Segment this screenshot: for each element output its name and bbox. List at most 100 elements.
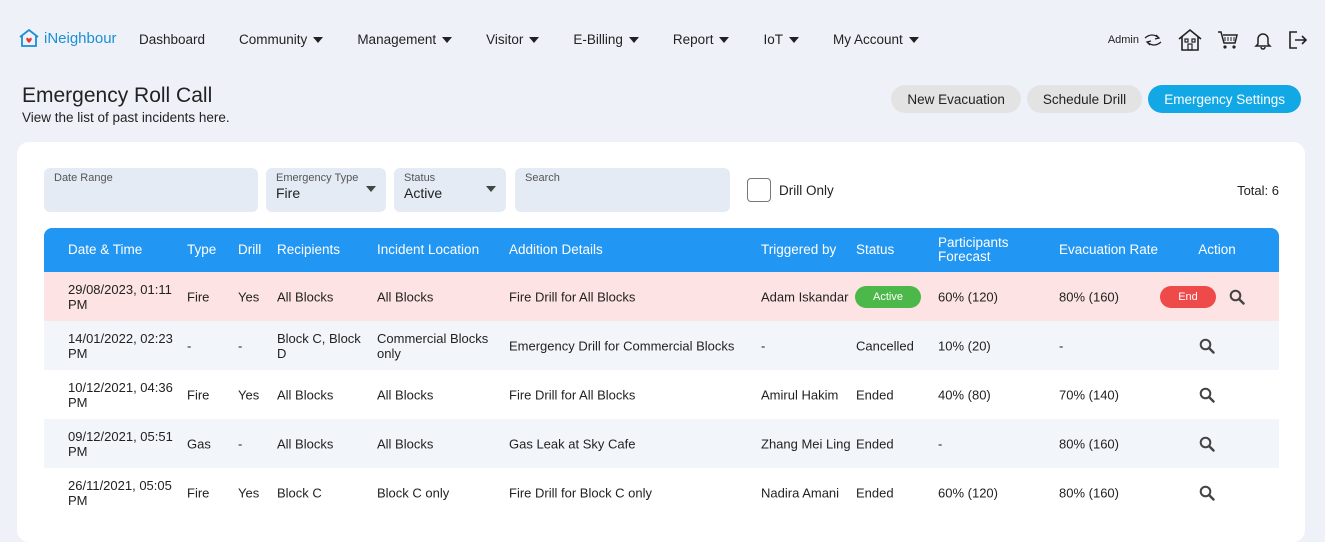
cell-details: Fire Drill for All Blocks [509, 289, 636, 304]
new-evacuation-button[interactable]: New Evacuation [891, 85, 1021, 113]
status-select[interactable]: Status Active [394, 168, 506, 212]
cell-datetime: 09/12/2021, 05:51 PM [68, 428, 173, 459]
admin-switch[interactable]: Admin [1108, 32, 1163, 48]
column-header: Incident Location [377, 242, 480, 257]
nav-right: Admin [1108, 28, 1309, 52]
cell-details: Fire Drill for All Blocks [509, 387, 636, 402]
cell-type: - [187, 338, 192, 353]
cell-drill: - [238, 338, 243, 353]
status-badge: Active [855, 285, 921, 308]
cell-forecast: 60% (120) [938, 485, 998, 500]
column-header: Action [1198, 242, 1236, 257]
view-details-search-icon[interactable] [1199, 338, 1215, 354]
chevron-down-icon [313, 36, 324, 43]
logo-text: iNeighbour [44, 29, 117, 47]
cell-forecast: 10% (20) [938, 338, 991, 353]
chevron-down-icon [719, 36, 730, 43]
page-title: Emergency Roll Call [22, 84, 213, 107]
cell-rate: 70% (140) [1059, 387, 1119, 402]
nav-item-dashboard[interactable]: Dashboard [139, 32, 205, 47]
column-header: Evacuation Rate [1059, 242, 1159, 257]
table-row[interactable]: 10/12/2021, 04:36 PM Fire Yes All Blocks All… [44, 370, 1279, 419]
cell-forecast: 60% (120) [938, 289, 998, 304]
table-row[interactable]: 29/08/2023, 01:11 PM Fire Yes All Blocks All… [44, 272, 1279, 321]
column-header: Participants Forecast [938, 235, 1009, 264]
cell-recipients: All Blocks [277, 289, 334, 304]
column-header: Addition Details [509, 242, 603, 257]
cell-datetime: 10/12/2021, 04:36 PM [68, 379, 173, 410]
cart-icon[interactable] [1217, 30, 1239, 50]
chevron-down-icon [908, 36, 919, 43]
admin-label: Admin [1107, 34, 1139, 46]
total-count: Total: 6 [1237, 183, 1279, 198]
emergency-settings-button[interactable]: Emergency Settings [1148, 85, 1301, 113]
search-input[interactable]: Search [515, 168, 730, 212]
cell-details: Gas Leak at Sky Cafe [509, 436, 636, 451]
emergency-type-select[interactable]: Emergency Type Fire [266, 168, 386, 212]
column-header: Recipients [277, 242, 341, 257]
cell-location: All Blocks [377, 436, 434, 451]
table-row[interactable]: 14/01/2022, 02:23 PM - - Block C, Block D Co… [44, 321, 1279, 370]
cell-triggered-by: Amirul Hakim [761, 387, 839, 402]
nav-item-label: My Account [832, 32, 903, 47]
nav-item-e-billing[interactable]: E-Billing [573, 32, 639, 47]
nav-item-label: Dashboard [139, 32, 206, 47]
switch-icon [1144, 34, 1162, 46]
cell-location: All Blocks [377, 387, 434, 402]
cell-recipients: All Blocks [277, 387, 334, 402]
view-details-search-icon[interactable] [1229, 289, 1245, 305]
date-range-filter[interactable]: Date Range [44, 168, 258, 212]
schedule-drill-button[interactable]: Schedule Drill [1026, 85, 1143, 113]
view-details-search-icon[interactable] [1199, 485, 1215, 501]
column-header: Drill [238, 242, 262, 257]
incidents-table: Date & Time Type Drill Recipients Incident L… [44, 228, 1279, 517]
house-heart-icon [19, 28, 39, 47]
cell-type: Fire [187, 485, 210, 500]
drill-only-toggle[interactable]: Drill Only [747, 178, 834, 202]
drill-only-checkbox[interactable] [747, 178, 771, 202]
view-details-search-icon[interactable] [1199, 387, 1215, 403]
nav-item-label: Report [672, 32, 714, 47]
chevron-down-icon [486, 186, 496, 192]
bell-icon[interactable] [1253, 30, 1273, 50]
view-details-search-icon[interactable] [1199, 436, 1215, 452]
nav-item-label: IoT [763, 32, 783, 47]
table-row[interactable]: 26/11/2021, 05:05 PM Fire Yes Block C Block … [44, 468, 1279, 517]
search-label: Search [525, 172, 560, 184]
cell-rate: 80% (160) [1059, 485, 1119, 500]
community-home-icon[interactable] [1177, 28, 1203, 52]
cell-datetime: 29/08/2023, 01:11 PM [68, 281, 172, 312]
cell-location: Commercial Blocks only [377, 330, 489, 361]
chevron-down-icon [366, 186, 376, 192]
nav-item-label: Community [239, 32, 308, 47]
logo[interactable]: iNeighbour [18, 28, 117, 48]
cell-triggered-by: Zhang Mei Ling [761, 436, 851, 451]
end-button[interactable]: End [1160, 285, 1216, 308]
nav-item-my-account[interactable]: My Account [833, 32, 919, 47]
cell-location: All Blocks [377, 289, 434, 304]
cell-status: Active [855, 285, 931, 308]
cell-details: Emergency Drill for Commercial Blocks [509, 338, 735, 353]
chevron-down-icon [628, 36, 639, 43]
cell-recipients: All Blocks [277, 436, 334, 451]
cell-triggered-by: Adam Iskandar [761, 289, 849, 304]
cell-recipients: Block C [277, 485, 322, 500]
cell-rate: - [1059, 338, 1064, 353]
page-subtitle: View the list of past incidents here. [22, 110, 230, 125]
logout-icon[interactable] [1287, 30, 1309, 50]
nav-item-management[interactable]: Management [357, 32, 453, 47]
action-buttons: New Evacuation Schedule Drill Emergency … [891, 85, 1301, 113]
cell-forecast: 40% (80) [938, 387, 991, 402]
nav-item-label: Management [357, 32, 437, 47]
table-row[interactable]: 09/12/2021, 05:51 PM Gas - All Blocks All Bl… [44, 419, 1279, 468]
column-header: Status [856, 242, 895, 257]
nav-item-report[interactable]: Report [673, 32, 730, 47]
nav-item-community[interactable]: Community [239, 32, 324, 47]
chevron-down-icon [529, 36, 540, 43]
cell-type: Fire [187, 289, 210, 304]
column-header: Type [187, 242, 217, 257]
emergency-type-label: Emergency Type [276, 172, 359, 184]
cell-triggered-by: Nadira Amani [761, 485, 840, 500]
nav-item-visitor[interactable]: Visitor [486, 32, 540, 47]
nav-item-iot[interactable]: IoT [763, 32, 799, 47]
